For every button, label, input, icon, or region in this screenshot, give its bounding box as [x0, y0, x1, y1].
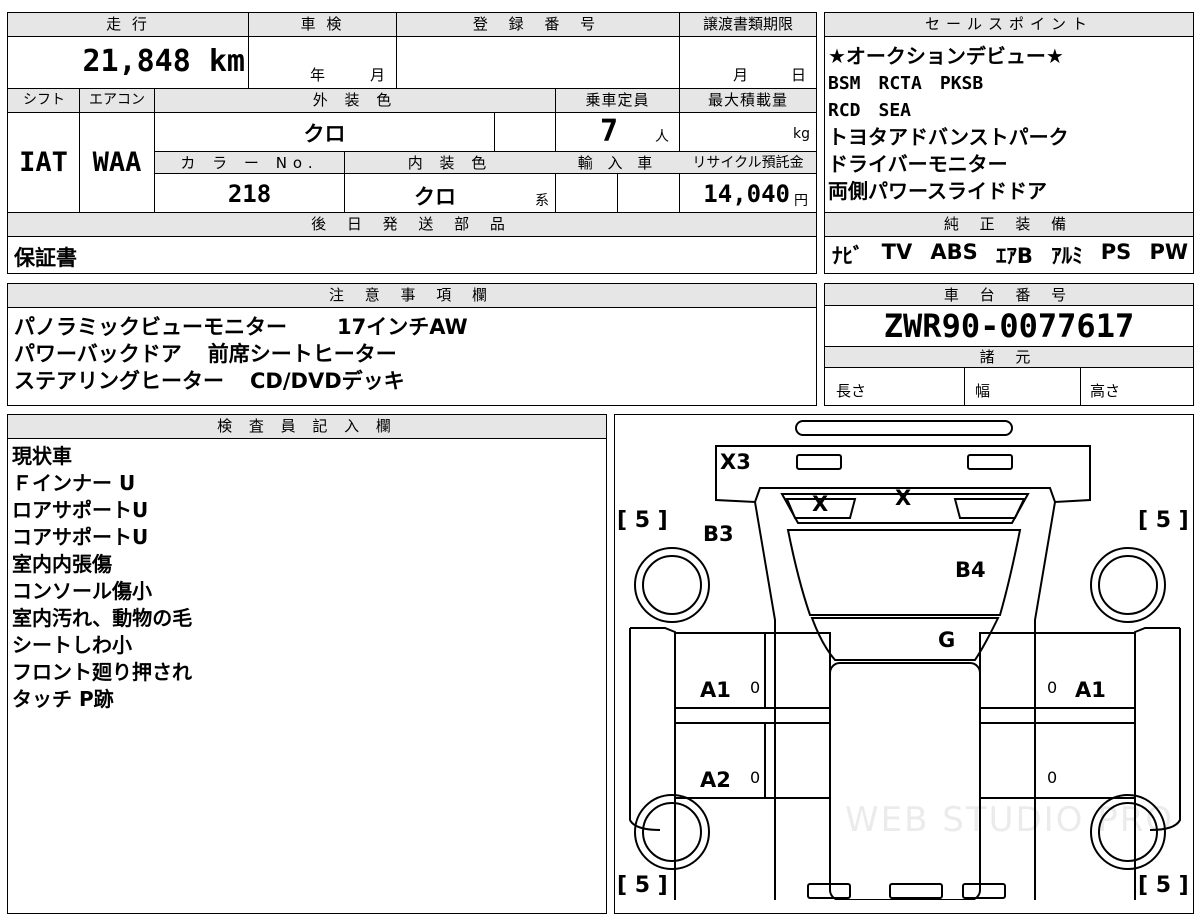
note-item: 前席シートヒーター	[207, 342, 397, 366]
tire-front-left-shape	[634, 547, 710, 623]
int-color-suffix: 系	[535, 193, 549, 209]
int-color-value: クロ	[414, 185, 456, 209]
sales-point-line: RCD SEA	[828, 100, 912, 121]
inspector-line: Ｆインナー U	[12, 471, 136, 495]
spec-height: 高さ	[1090, 382, 1121, 400]
equipment-item: PS	[1100, 240, 1132, 264]
mark-zero: 0	[750, 678, 761, 697]
ext-color-label: 外 装 色	[312, 91, 398, 109]
equipment-label: 純 正 装 備	[825, 213, 1193, 237]
shaken-month: 月	[370, 66, 386, 84]
import-label: 輸 入 車	[577, 154, 658, 172]
mark-x-right: X	[895, 486, 912, 510]
sales-point-line: 両側パワースライドドア	[828, 179, 1047, 203]
mark-zero: 0	[1047, 768, 1058, 787]
inspector-line: シートしわ小	[12, 633, 132, 657]
maxload-label: 最大積載量	[707, 91, 788, 109]
equipment-list: ﾅﾋﾞ TV ABS ｴｱB ｱﾙﾐ PS PW	[832, 240, 1188, 270]
equipment-item: PW	[1149, 240, 1188, 264]
capacity-value: 7	[600, 114, 619, 149]
inspector-line: 室内内張傷	[12, 552, 112, 576]
sales-point-line: ドライバーモニター	[828, 152, 1008, 176]
inspector-line: コアサポートU	[12, 525, 149, 549]
sales-point-line: BSM RCTA PKSB	[828, 73, 984, 94]
chassis-number: ZWR90-0077617	[883, 307, 1135, 345]
recycle-value: 14,040	[703, 180, 790, 208]
ac-label: エアコン	[89, 92, 145, 108]
spec-width: 幅	[975, 382, 991, 400]
mark-a1-left: A1	[700, 678, 731, 702]
note-item: 17インチAW	[337, 315, 468, 339]
notes-text: パノラミックビューモニター 17インチAW パワーバックドア 前席シートヒーター ス…	[14, 314, 468, 395]
color-no-label: カ ラ ー No.	[180, 154, 319, 172]
later-parts-value: 保証書	[14, 246, 77, 270]
inspector-line: タッチ P跡	[12, 687, 114, 711]
front-bumper-shape	[795, 420, 1013, 436]
mark-x-left: X	[812, 492, 829, 516]
equipment-item: ｴｱB	[995, 244, 1033, 268]
mileage-value: 21,848	[82, 44, 191, 79]
tire-rear-left-shape	[634, 794, 710, 870]
tire-depth-rear-left: [ 5 ]	[617, 873, 668, 898]
mileage-unit: km	[208, 44, 245, 79]
capacity-label: 乗車定員	[585, 91, 650, 109]
note-item: ステアリングヒーター	[14, 369, 224, 393]
mark-a2-left: A2	[700, 768, 731, 792]
sales-points-list: ★オークションデビュー★ BSM RCTA PKSB RCD SEA トヨタアド…	[828, 43, 1190, 205]
inspector-line: コンソール傷小	[12, 579, 152, 603]
mark-zero: 0	[750, 768, 761, 787]
recycle-unit: 円	[794, 193, 808, 209]
shift-label: シフト	[23, 92, 65, 108]
transfer-month: 月	[733, 66, 749, 84]
tire-depth-front-right: [ 5 ]	[1138, 508, 1189, 533]
sales-point-line: トヨタアドバンストパーク	[828, 125, 1069, 149]
mark-a1-right: A1	[1075, 678, 1106, 702]
sales-point-line: ★オークションデビュー★	[828, 44, 1064, 68]
inspector-line: 現状車	[12, 444, 72, 468]
registration-label: 登 録 番 号	[472, 15, 604, 33]
inspector-line: フロント廻り押され	[12, 660, 192, 684]
shaken-label: 車 検	[300, 15, 345, 33]
mark-b4: B4	[955, 558, 986, 582]
mark-g: G	[938, 628, 956, 652]
tire-depth-front-left: [ 5 ]	[617, 508, 668, 533]
note-item: CD/DVDデッキ	[250, 369, 405, 393]
spec-length: 長さ	[836, 382, 867, 400]
transfer-day: 日	[791, 66, 807, 84]
color-no-value: 218	[227, 180, 272, 208]
maxload-unit: kg	[793, 126, 810, 142]
ext-color-value: クロ	[303, 122, 346, 146]
notes-label: 注 意 事 項 欄	[8, 284, 816, 308]
inspector-label: 検 査 員 記 入 欄	[8, 415, 606, 439]
later-parts-label: 後 日 発 送 部 品	[8, 213, 816, 237]
windshield-shape	[810, 617, 1000, 661]
note-item: パワーバックドア	[14, 342, 182, 366]
equipment-item: ｱﾙﾐ	[1051, 244, 1083, 268]
note-item: パノラミックビューモニター	[14, 315, 287, 339]
mark-zero: 0	[1047, 678, 1058, 697]
mark-x3: X3	[720, 450, 751, 474]
ac-value: WAA	[92, 147, 142, 178]
equipment-item: TV	[881, 240, 913, 264]
recycle-label: リサイクル預託金	[692, 155, 804, 171]
inspector-notes: 現状車 Ｆインナー U ロアサポートU コアサポートU 室内内張傷 コンソール傷…	[12, 443, 192, 713]
watermark: WEB STUDIO PRO	[845, 800, 1175, 840]
sales-points-label: セールスポイント	[825, 13, 1193, 37]
inspector-line: ロアサポートU	[12, 498, 149, 522]
transfer-deadline-label: 譲渡書類期限	[702, 15, 793, 33]
roof-shape	[829, 662, 981, 900]
shaken-year: 年	[310, 66, 326, 84]
mileage-label: 走 行	[106, 15, 150, 33]
capacity-unit: 人	[655, 129, 669, 145]
shift-value: IAT	[19, 147, 68, 178]
tire-depth-rear-right: [ 5 ]	[1138, 873, 1189, 898]
inspector-line: 室内汚れ、動物の毛	[12, 606, 193, 630]
equipment-item: ABS	[930, 240, 978, 264]
spec-label: 諸 元	[825, 346, 1193, 368]
chassis-label: 車 台 番 号	[825, 284, 1193, 306]
equipment-item: ﾅﾋﾞ	[832, 244, 864, 268]
int-color-label: 内 装 色	[407, 154, 493, 172]
mark-b3: B3	[703, 522, 734, 546]
tire-front-right-shape	[1090, 547, 1166, 623]
